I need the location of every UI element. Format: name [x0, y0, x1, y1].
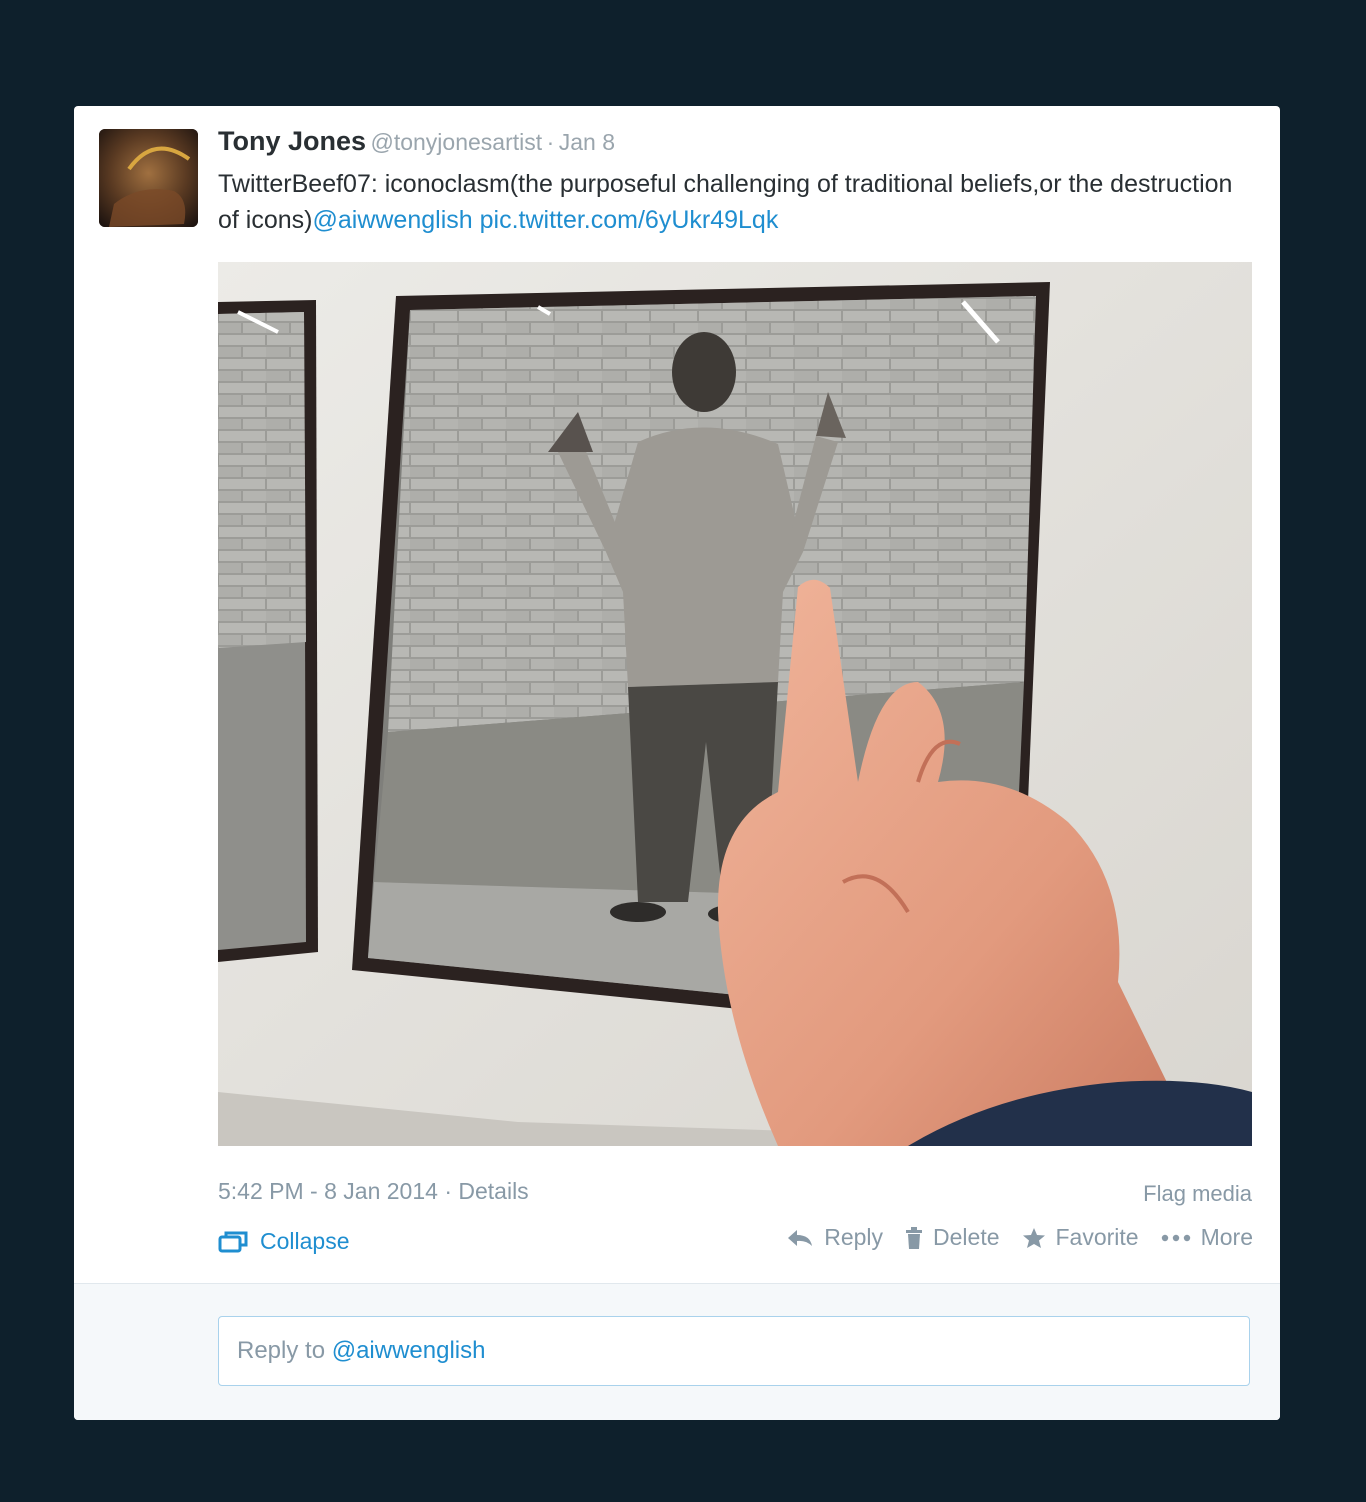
reply-area: Reply to @aiwwenglish [74, 1283, 1280, 1420]
collapse-icon [218, 1231, 248, 1252]
reply-placeholder-mention: @aiwwenglish [331, 1337, 486, 1364]
more-label: More [1200, 1224, 1253, 1250]
trash-icon [906, 1226, 923, 1249]
mention-link[interactable]: @aiwwenglish [312, 206, 472, 234]
tweet-card: Tony Jones @tonyjonesartist · Jan 8 Twit… [74, 106, 1280, 1420]
avatar[interactable] [99, 129, 198, 227]
favorite-label: Favorite [1055, 1224, 1139, 1250]
tweet-actions: Reply Delete Favorite More [764, 1224, 1253, 1251]
reply-icon [788, 1229, 813, 1246]
more-button[interactable]: More [1161, 1224, 1253, 1251]
tweet-text: TwitterBeef07: iconoclasm(the purposeful… [218, 166, 1258, 238]
meta-separator: · [444, 1178, 452, 1204]
author-name[interactable]: Tony Jones [218, 126, 366, 156]
tweet-timestamp[interactable]: 5:42 PM - 8 Jan 2014 [218, 1178, 438, 1204]
delete-label: Delete [933, 1224, 1000, 1250]
collapse-label: Collapse [260, 1228, 350, 1254]
details-link[interactable]: Details [458, 1178, 528, 1204]
collapse-button[interactable]: Collapse [218, 1228, 350, 1255]
tweet-meta: 5:42 PM - 8 Jan 2014 · Details [218, 1178, 529, 1205]
tweet-date[interactable]: Jan 8 [559, 129, 615, 155]
header-separator: · [546, 129, 555, 155]
author-handle[interactable]: @tonyjonesartist [370, 129, 542, 155]
reply-label: Reply [824, 1224, 884, 1250]
flag-media-link[interactable]: Flag media [1143, 1181, 1252, 1207]
delete-button[interactable]: Delete [905, 1224, 1000, 1251]
star-icon [1022, 1227, 1045, 1248]
pic-link[interactable]: pic.twitter.com/6yUkr49Lqk [480, 206, 779, 234]
tweet-header: Tony Jones @tonyjonesartist · Jan 8 [218, 126, 615, 157]
reply-input[interactable]: Reply to @aiwwenglish [218, 1316, 1250, 1386]
tweet-photo[interactable] [218, 262, 1252, 1146]
more-dots-icon [1161, 1234, 1190, 1241]
reply-button[interactable]: Reply [786, 1224, 883, 1251]
favorite-button[interactable]: Favorite [1022, 1224, 1139, 1251]
reply-placeholder-prefix: Reply to [237, 1337, 326, 1364]
